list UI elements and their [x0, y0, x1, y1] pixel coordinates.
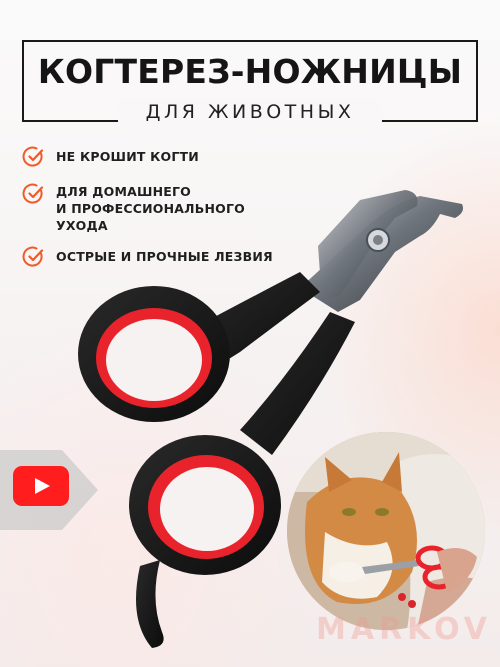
feature-text: ОСТРЫЕ И ПРОЧНЫЕ ЛЕЗВИЯ [56, 249, 273, 264]
feature-text: НЕ КРОШИТ КОГТИ [56, 149, 199, 164]
page-title: КОГТЕРЕЗ-НОЖНИЦЫ [37, 52, 463, 91]
video-play-button[interactable] [13, 466, 69, 506]
feature-text: ДЛЯ ДОМАШНЕГО И ПРОФЕССИОНАЛЬНОГО УХОДА [56, 184, 245, 233]
cat-photo [287, 432, 485, 630]
check-circle-icon [22, 246, 44, 267]
feature-item: ОСТРЫЕ И ПРОЧНЫЕ ЛЕЗВИЯ [22, 245, 273, 269]
play-icon [35, 478, 50, 494]
cat-illustration [287, 432, 485, 630]
feature-item: ДЛЯ ДОМАШНЕГО И ПРОФЕССИОНАЛЬНОГО УХОДА [22, 182, 266, 234]
watermark-text: MARKOV [316, 612, 492, 647]
feature-item: НЕ КРОШИТ КОГТИ [22, 145, 199, 169]
page-subtitle: ДЛЯ ЖИВОТНЫХ [145, 101, 355, 123]
check-circle-icon [22, 183, 44, 204]
check-circle-icon [22, 146, 44, 167]
